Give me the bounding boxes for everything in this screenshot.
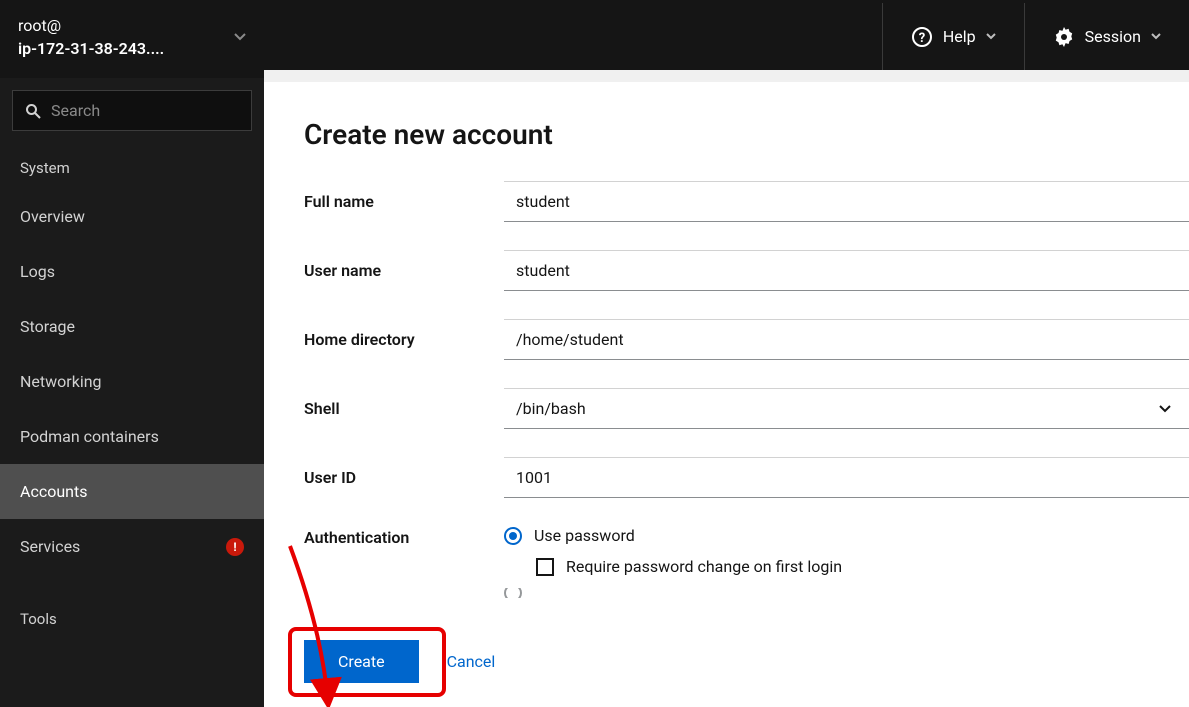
radio-icon [504,588,522,598]
sidebar-item-storage[interactable]: Storage [0,299,264,354]
session-label: Session [1085,27,1141,46]
svg-text:?: ? [919,31,925,46]
chevron-down-icon [1151,33,1161,40]
nav-section-system: System [0,149,264,189]
sidebar: root@ ip-172-31-38-243.... System Overvi… [0,0,264,707]
full-name-input[interactable] [504,181,1189,222]
sidebar-item-label: Podman containers [20,427,159,446]
checkbox-label: Require password change on first login [566,557,842,576]
host-label: root@ ip-172-31-38-243.... [18,14,164,60]
nav-section-tools: Tools [0,600,264,640]
chevron-down-icon [234,33,246,41]
page-title: Create new account [304,118,1189,151]
help-label: Help [943,27,976,46]
auth-radio-use-password[interactable]: Use password [504,526,1189,545]
label-authentication: Authentication [304,526,504,547]
sidebar-item-label: Overview [20,207,85,226]
sidebar-item-label: Logs [20,262,55,281]
cancel-button[interactable]: Cancel [447,652,496,671]
help-icon: ? [911,26,933,48]
sidebar-item-podman[interactable]: Podman containers [0,409,264,464]
sidebar-item-logs[interactable]: Logs [0,244,264,299]
sidebar-item-label: Services [20,537,80,556]
label-shell: Shell [304,399,504,418]
content-divider [264,70,1189,82]
search-icon [25,103,41,119]
sidebar-item-label: Storage [20,317,75,336]
sidebar-item-networking[interactable]: Networking [0,354,264,409]
sidebar-item-overview[interactable]: Overview [0,189,264,244]
search-input-wrap[interactable] [12,90,252,131]
chevron-down-icon [986,33,996,40]
label-user-name: User name [304,261,504,280]
radio-icon [504,527,522,545]
sidebar-item-accounts[interactable]: Accounts [0,464,264,519]
auth-checkbox-require-change[interactable]: Require password change on first login [536,557,1189,576]
help-menu[interactable]: ? Help [882,3,1024,70]
checkbox-icon [536,558,554,576]
host-selector[interactable]: root@ ip-172-31-38-243.... [0,0,264,78]
page-content: Create new account Full name User name H… [264,82,1189,707]
form-footer: Create Cancel [264,616,1189,707]
search-input[interactable] [51,101,254,120]
auth-radio-other[interactable] [504,588,1189,598]
create-button[interactable]: Create [304,640,419,683]
shell-select[interactable] [504,388,1189,429]
sidebar-item-services[interactable]: Services ! [0,519,264,574]
topbar: ? Help Session [264,0,1189,70]
alert-badge-icon: ! [226,538,244,556]
home-dir-input[interactable] [504,319,1189,360]
sidebar-item-label: Networking [20,372,102,391]
session-menu[interactable]: Session [1024,3,1189,70]
user-id-input[interactable] [504,457,1189,498]
gear-icon [1053,26,1075,48]
sidebar-item-label: Accounts [20,482,87,501]
label-home-dir: Home directory [304,330,504,349]
radio-label: Use password [534,526,635,545]
label-user-id: User ID [304,468,504,487]
label-full-name: Full name [304,192,504,211]
user-name-input[interactable] [504,250,1189,291]
